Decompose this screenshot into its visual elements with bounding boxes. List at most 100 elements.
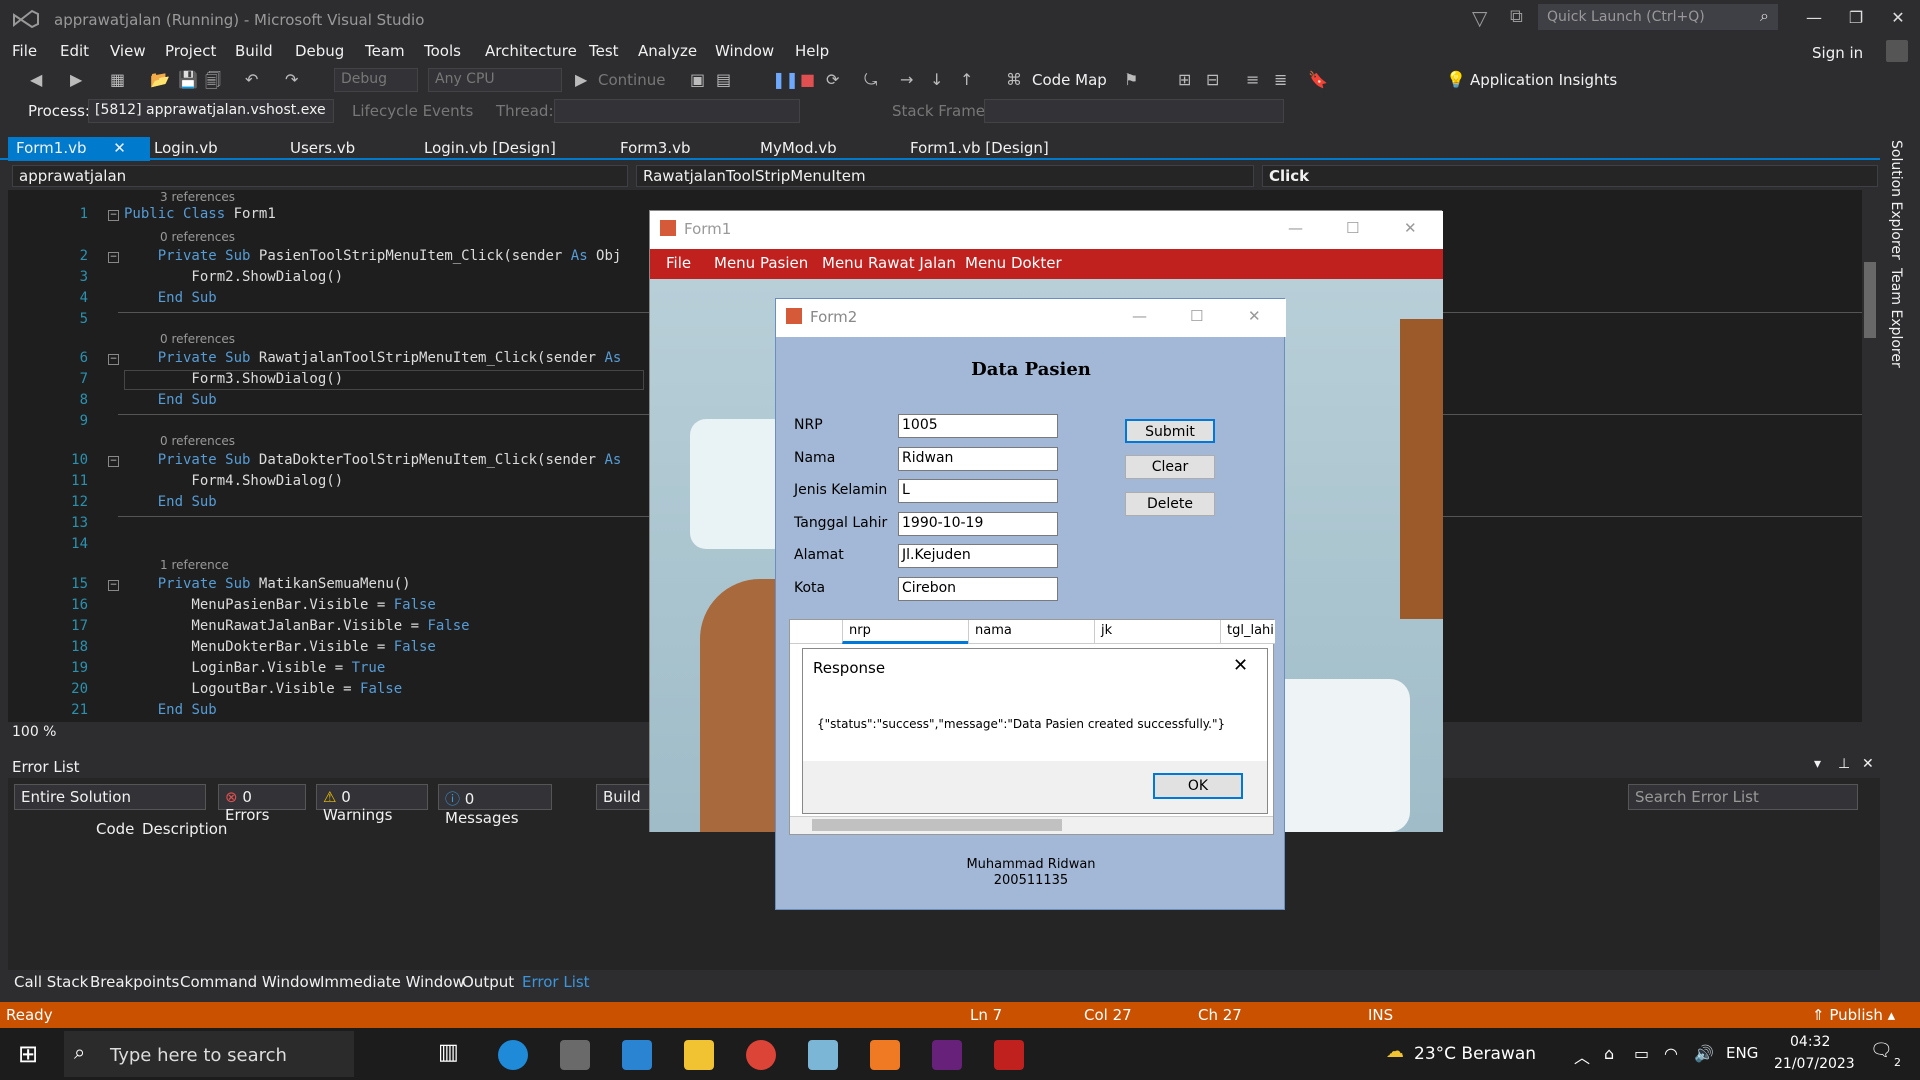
tab-form3-vb[interactable]: Form3.vb xyxy=(612,137,699,161)
minimize-button[interactable]: — xyxy=(1794,4,1834,32)
collapse-icon[interactable]: − xyxy=(108,252,119,263)
errors-filter-button[interactable]: ⊗ 0 Errors xyxy=(218,784,306,824)
menu-architecture[interactable]: Architecture xyxy=(485,42,577,60)
close-button[interactable]: ✕ xyxy=(1878,4,1918,32)
nrp-field[interactable]: 1005 xyxy=(898,414,1058,438)
clock-date[interactable]: 21/07/2023 xyxy=(1774,1056,1855,1072)
outdent-icon[interactable]: ≣ xyxy=(1274,70,1287,89)
tab-login-vb[interactable]: Login.vb xyxy=(146,137,226,161)
thread-dropdown[interactable] xyxy=(554,99,800,123)
close-icon[interactable]: ✕ xyxy=(1233,655,1248,676)
tab-form1-vb[interactable]: Form1.vb ✕ xyxy=(8,137,150,161)
grid-column-tgl-lahir[interactable]: tgl_lahir xyxy=(1220,620,1275,644)
codelens-references[interactable]: 0 references xyxy=(160,434,235,448)
tab-error-list[interactable]: Error List xyxy=(522,973,590,991)
save-all-icon[interactable]: 🗐 xyxy=(205,70,221,97)
grid-column-nama[interactable]: nama xyxy=(968,620,1094,644)
indent-icon[interactable]: ≡ xyxy=(1246,70,1259,89)
form1-menu-rawat-jalan[interactable]: Menu Rawat Jalan xyxy=(822,254,956,272)
edge-icon[interactable] xyxy=(498,1040,528,1070)
search-icon[interactable]: ⌕ xyxy=(1760,6,1769,26)
menu-debug[interactable]: Debug xyxy=(295,42,344,60)
tray-chevron-icon[interactable]: ︿ xyxy=(1574,1044,1590,1068)
member-dropdown[interactable]: RawatjalanToolStripMenuItem xyxy=(636,165,1254,187)
visual-studio-taskbar-icon[interactable] xyxy=(932,1040,962,1070)
codelens-references[interactable]: 0 references xyxy=(160,332,235,346)
scrollbar-thumb[interactable] xyxy=(812,819,1062,831)
search-error-list-input[interactable]: Search Error List xyxy=(1628,784,1858,810)
close-icon[interactable]: ✕ xyxy=(1862,756,1874,772)
menu-window[interactable]: Window xyxy=(715,42,774,60)
wifi-icon[interactable]: ◠ xyxy=(1664,1044,1678,1063)
maximize-button[interactable]: ☐ xyxy=(1190,307,1203,325)
scrollbar-thumb[interactable] xyxy=(1864,262,1876,338)
tanggal-lahir-field[interactable]: 1990-10-19 xyxy=(898,512,1058,536)
tab-command-window[interactable]: Command Window xyxy=(180,973,321,991)
close-button[interactable]: ✕ xyxy=(1404,219,1417,237)
tab-form1-design[interactable]: Form1.vb [Design] xyxy=(902,137,1057,161)
project-dropdown[interactable]: apprawatjalan xyxy=(12,165,628,187)
event-dropdown[interactable]: Click xyxy=(1262,165,1878,187)
form2-window[interactable]: Form2 — ☐ ✕ Data Pasien NRP 1005 Nama Ri… xyxy=(775,298,1286,910)
window-icon[interactable]: ▤ xyxy=(716,70,731,89)
column-header-code[interactable]: Code xyxy=(96,820,134,838)
diagnostics-icon[interactable]: ▣ xyxy=(690,70,705,89)
menu-build[interactable]: Build xyxy=(235,42,273,60)
stack-frame-dropdown[interactable] xyxy=(984,99,1284,123)
menu-tools[interactable]: Tools xyxy=(424,42,461,60)
solution-explorer-tab[interactable]: Solution Explorer xyxy=(1884,140,1904,260)
notifications-icon[interactable]: 🗨 xyxy=(1870,1040,1893,1061)
task-view-icon[interactable]: ▥ xyxy=(438,1040,459,1065)
warnings-filter-button[interactable]: ⚠ 0 Warnings xyxy=(316,784,428,824)
clock-time[interactable]: 04:32 xyxy=(1790,1034,1830,1050)
codelens-references[interactable]: 0 references xyxy=(160,230,235,244)
menu-analyze[interactable]: Analyze xyxy=(638,42,697,60)
tab-output[interactable]: Output xyxy=(462,973,514,991)
codelens-references[interactable]: 3 references xyxy=(160,190,235,204)
filter-icon[interactable]: ▽ xyxy=(1472,6,1487,30)
code-map-button[interactable]: Code Map xyxy=(1032,71,1107,89)
step-out-icon[interactable]: ↑ xyxy=(960,70,973,89)
store-icon[interactable] xyxy=(560,1040,590,1070)
tab-breakpoints[interactable]: Breakpoints xyxy=(90,973,179,991)
delete-button[interactable]: Delete xyxy=(1125,492,1215,516)
tab-call-stack[interactable]: Call Stack xyxy=(14,973,88,991)
tab-login-design[interactable]: Login.vb [Design] xyxy=(416,137,564,161)
maximize-button[interactable]: ☐ xyxy=(1346,219,1359,237)
messages-filter-button[interactable]: ⓘ 0 Messages xyxy=(438,784,552,827)
build-filter-dropdown[interactable]: Build xyxy=(596,784,652,810)
submit-button[interactable]: Submit xyxy=(1125,419,1215,443)
form1-menu-file[interactable]: File xyxy=(666,254,691,272)
new-project-icon[interactable]: ▦ xyxy=(110,70,125,89)
menu-help[interactable]: Help xyxy=(795,42,829,60)
volume-icon[interactable]: 🔊 xyxy=(1694,1044,1714,1063)
stop-icon[interactable]: ■ xyxy=(800,70,815,89)
alamat-field[interactable]: Jl.Kejuden xyxy=(898,544,1058,568)
notepad-icon[interactable] xyxy=(808,1040,838,1070)
show-next-statement-icon[interactable]: ⤿ xyxy=(864,70,877,90)
feedback-icon[interactable]: ⧉ xyxy=(1510,6,1523,27)
codelens-references[interactable]: 1 reference xyxy=(160,558,229,572)
nama-field[interactable]: Ridwan xyxy=(898,447,1058,471)
jenis-kelamin-field[interactable]: L xyxy=(898,479,1058,503)
step-over-icon[interactable]: ↓ xyxy=(930,70,943,89)
sign-in-link[interactable]: Sign in xyxy=(1812,44,1863,62)
form1-menu-dokter[interactable]: Menu Dokter xyxy=(965,254,1062,272)
publish-button[interactable]: ⇑ Publish ▴ xyxy=(1812,1006,1895,1024)
process-dropdown[interactable]: [5812] apprawatjalan.vshost.exe xyxy=(88,99,334,123)
menu-test[interactable]: Test xyxy=(589,42,619,60)
close-button[interactable]: ✕ xyxy=(1248,307,1261,325)
tab-users-vb[interactable]: Users.vb xyxy=(282,137,363,161)
restore-button[interactable]: ❐ xyxy=(1836,4,1876,32)
application-insights-button[interactable]: Application Insights xyxy=(1470,71,1617,89)
tab-immediate-window[interactable]: Immediate Window xyxy=(320,973,465,991)
user-icon[interactable] xyxy=(1886,40,1908,62)
breakpoints-icon[interactable]: ⚑ xyxy=(1124,70,1138,89)
continue-icon[interactable]: ▶ xyxy=(575,70,587,89)
tab-mymod-vb[interactable]: MyMod.vb xyxy=(752,137,845,161)
network-icon[interactable]: ⌂ xyxy=(1604,1044,1614,1063)
menu-project[interactable]: Project xyxy=(165,42,216,60)
solution-config-dropdown[interactable]: Debug xyxy=(334,68,418,92)
continue-button[interactable]: Continue xyxy=(598,71,665,89)
open-icon[interactable]: 📂 xyxy=(150,70,170,89)
